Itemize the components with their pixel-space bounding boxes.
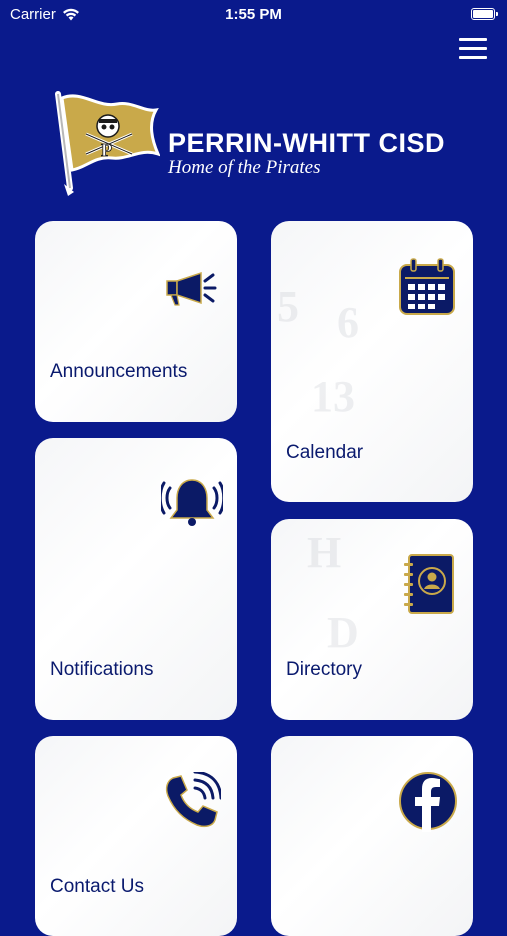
calendar-icon: [399, 258, 455, 315]
contact-us-tile[interactable]: Contact Us: [35, 736, 237, 936]
status-bar: Carrier 1:55 PM: [0, 0, 507, 30]
hamburger-menu-icon[interactable]: [459, 38, 487, 60]
notifications-label: Notifications: [50, 659, 154, 680]
facebook-icon: [399, 772, 457, 832]
calendar-tile[interactable]: 5 6 13 Calendar: [271, 221, 473, 502]
announcements-label: Announcements: [50, 361, 188, 382]
svg-text:P: P: [101, 140, 112, 160]
notifications-tile[interactable]: Notifications: [35, 438, 237, 720]
bell-icon: [161, 479, 223, 526]
contact-book-icon: [404, 554, 454, 614]
calendar-bg-decor-5: 5: [277, 282, 299, 331]
calendar-bg-decor-6: 6: [337, 298, 359, 347]
district-title: PERRIN-WHITT CISD: [168, 128, 445, 158]
calendar-label: Calendar: [286, 442, 364, 463]
facebook-tile[interactable]: [271, 736, 473, 936]
battery-icon: [471, 8, 498, 20]
contact-us-label: Contact Us: [50, 876, 144, 897]
directory-label: Directory: [286, 659, 363, 680]
pirate-flag-logo: P: [55, 91, 160, 196]
announcements-tile[interactable]: Announcements: [35, 221, 237, 422]
district-subtitle: Home of the Pirates: [168, 157, 321, 178]
megaphone-icon: [166, 271, 217, 306]
directory-bg-decor-h: H: [307, 528, 342, 577]
status-time: 1:55 PM: [225, 6, 282, 23]
directory-bg-decor-d: D: [327, 608, 359, 657]
phone-icon: [165, 772, 221, 828]
directory-tile[interactable]: H D Directory: [271, 519, 473, 720]
calendar-bg-decor-13: 13: [311, 372, 355, 421]
